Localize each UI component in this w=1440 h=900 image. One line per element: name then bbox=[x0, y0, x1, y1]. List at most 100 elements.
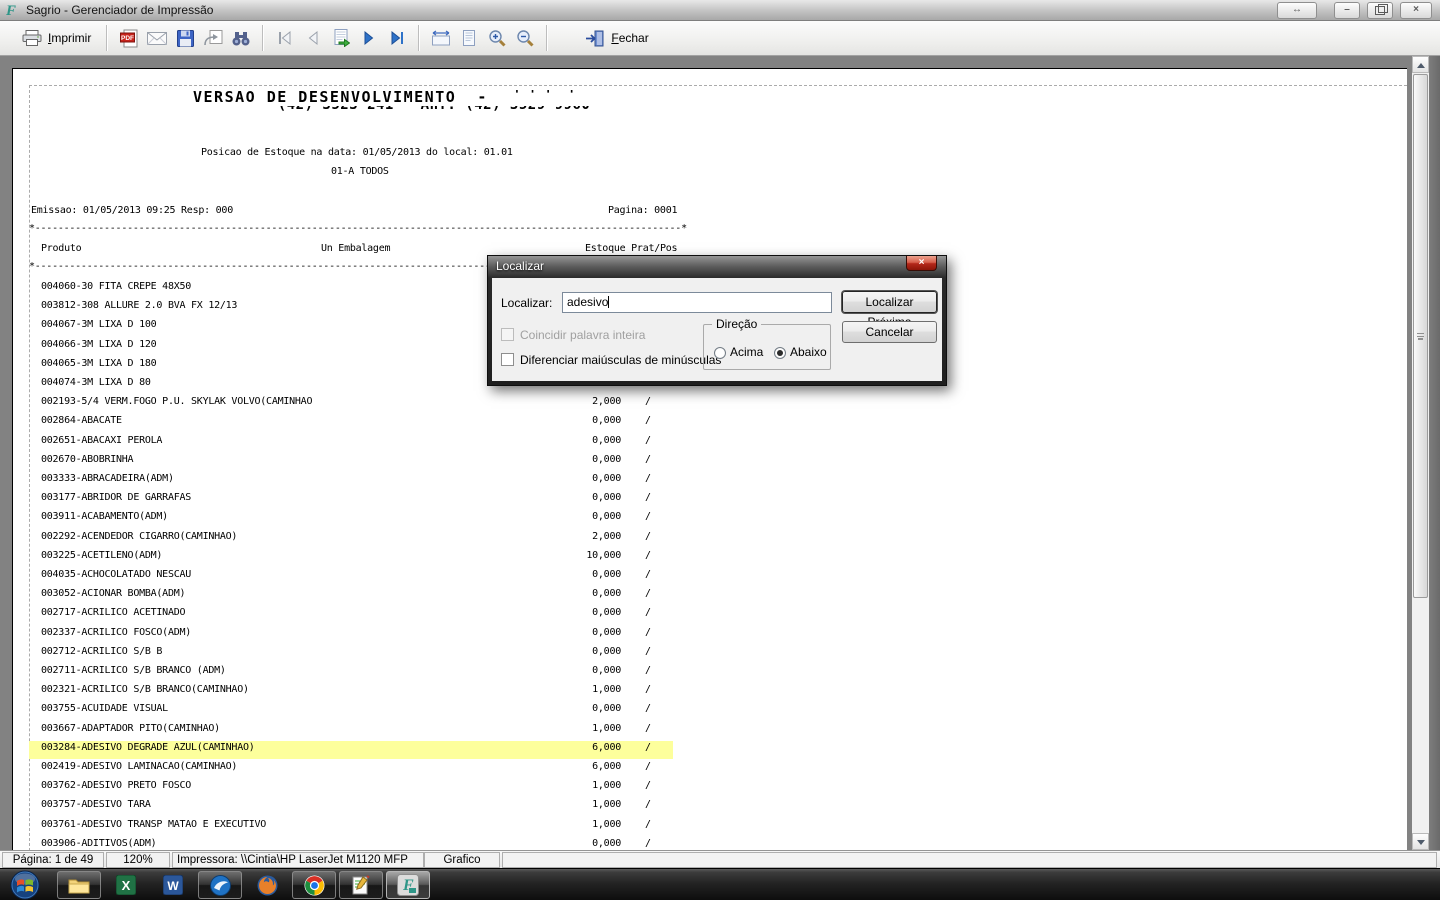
status-bar: Página: 1 de 49 120% Impressora: \\Cinti… bbox=[0, 850, 1440, 869]
taskbar-item-word[interactable]: W bbox=[151, 871, 195, 899]
table-row: 003177-ABRIDOR DE GARRAFAS0,000/ bbox=[29, 491, 673, 509]
taskbar-item-excel[interactable]: X bbox=[104, 871, 148, 899]
table-row: 002864-ABACATE0,000/ bbox=[29, 414, 673, 432]
zoom-out-icon bbox=[516, 29, 534, 47]
screen: F Sagrio - Gerenciador de Impressão ↔ – … bbox=[0, 0, 1440, 900]
svg-text:W: W bbox=[167, 879, 179, 893]
table-row: 003762-ADESIVO PRETO FOSCO1,000/ bbox=[29, 779, 673, 797]
firefox-icon bbox=[257, 875, 278, 896]
scroll-down-button[interactable] bbox=[1412, 833, 1429, 850]
table-row: 003761-ADESIVO TRANSP MATAO E EXECUTIVO1… bbox=[29, 818, 673, 836]
table-row: 002717-ACRILICO ACETINADO0,000/ bbox=[29, 606, 673, 624]
status-zoom-level: 120% bbox=[106, 852, 170, 868]
report-page-number: Pagina: 0001 bbox=[608, 205, 677, 216]
direction-down-radio[interactable] bbox=[774, 347, 786, 359]
email-button[interactable] bbox=[143, 25, 171, 51]
fit-width-button[interactable] bbox=[427, 25, 455, 51]
last-page-button[interactable] bbox=[383, 25, 411, 51]
fit-page-icon bbox=[462, 30, 476, 47]
column-header-produto: Produto bbox=[41, 243, 81, 254]
go-to-page-button[interactable] bbox=[327, 25, 355, 51]
report-title: VERSAO DE DESENVOLVIMENTO - bbox=[193, 88, 488, 106]
column-header-un-embalagem: Un Embalagem bbox=[321, 243, 390, 254]
zoom-out-button[interactable] bbox=[511, 25, 539, 51]
pdf-export-button[interactable]: PDF bbox=[115, 25, 143, 51]
taskbar-item-chrome[interactable] bbox=[292, 871, 336, 899]
next-page-button[interactable] bbox=[355, 25, 383, 51]
fit-page-button[interactable] bbox=[455, 25, 483, 51]
direction-groupbox: Direção Acima Abaixo bbox=[703, 324, 831, 370]
whole-word-label: Coincidir palavra inteira bbox=[520, 328, 645, 342]
direction-up-radio[interactable] bbox=[714, 347, 726, 359]
next-page-icon bbox=[362, 30, 376, 46]
dialog-body: Localizar: adesivo Localizar Próxima Can… bbox=[492, 278, 942, 381]
table-row: 002419-ADESIVO LAMINACAO(CAMINHAO)6,000/ bbox=[29, 760, 673, 778]
previous-page-icon bbox=[306, 30, 320, 46]
taskbar-item-firefox[interactable] bbox=[245, 871, 289, 899]
fechar-label: Fechar bbox=[611, 31, 648, 45]
explorer-folder-icon bbox=[68, 877, 90, 894]
localizar-dialog: Localizar × Localizar: adesivo Localizar… bbox=[487, 255, 947, 386]
thunderbird-icon bbox=[210, 875, 231, 896]
report-subtitle2: 01-A TODOS bbox=[331, 166, 389, 177]
dialog-close-button[interactable]: × bbox=[906, 256, 937, 271]
taskbar-buttons: X W bbox=[57, 871, 430, 899]
taskbar-item-explorer[interactable] bbox=[57, 871, 101, 899]
scroll-up-button[interactable] bbox=[1412, 56, 1429, 73]
resize-button[interactable]: ↔ bbox=[1277, 2, 1317, 19]
minimize-button[interactable]: – bbox=[1334, 2, 1360, 19]
go-to-page-icon bbox=[332, 29, 350, 47]
svg-text:X: X bbox=[122, 878, 131, 893]
case-sensitive-checkbox[interactable] bbox=[501, 353, 514, 366]
open-report-icon bbox=[204, 30, 223, 47]
table-row: 002712-ACRILICO S/B B0,000/ bbox=[29, 645, 673, 663]
print-preview-page: VERSAO DE DESENVOLVIMENTO - ' ' ' ' -- (… bbox=[12, 68, 1407, 851]
direction-down-label[interactable]: Abaixo bbox=[790, 345, 827, 359]
window-title: Sagrio - Gerenciador de Impressão bbox=[26, 0, 213, 20]
floppy-icon bbox=[177, 30, 194, 47]
scrollbar-thumb[interactable] bbox=[1413, 74, 1428, 598]
find-input[interactable]: adesivo bbox=[562, 292, 832, 313]
sagrio-icon: F bbox=[397, 874, 419, 896]
taskbar-item-sagrio[interactable]: F bbox=[386, 871, 430, 899]
close-button[interactable]: × bbox=[1400, 2, 1432, 19]
window-titlebar: F Sagrio - Gerenciador de Impressão ↔ – … bbox=[0, 0, 1440, 21]
report-subtitle: Posicao de Estoque na data: 01/05/2013 d… bbox=[201, 147, 513, 158]
start-button[interactable] bbox=[7, 870, 43, 900]
fechar-button[interactable]: Fechar bbox=[577, 24, 656, 52]
toolbar-separator bbox=[106, 25, 108, 51]
text-editor-icon bbox=[352, 875, 371, 895]
direction-legend: Direção bbox=[712, 317, 761, 331]
report-title-clipped-fragment: ' ' ' ' bbox=[513, 90, 653, 100]
toolbar: Imprimir PDF bbox=[0, 21, 1440, 56]
taskbar-item-thunderbird[interactable] bbox=[198, 871, 242, 899]
open-report-button[interactable] bbox=[199, 25, 227, 51]
status-page-indicator: Página: 1 de 49 bbox=[2, 852, 104, 868]
report-phone-clipped-line: -- (42) 3523-241 Anf: (42) 3529-9960 bbox=[251, 106, 641, 114]
previous-page-button[interactable] bbox=[299, 25, 327, 51]
find-next-button[interactable]: Localizar Próxima bbox=[842, 291, 937, 313]
printer-icon bbox=[22, 30, 42, 46]
table-row: 002193-5/4 VERM.FOGO P.U. SKYLAK VOLVO(C… bbox=[29, 395, 673, 413]
vertical-scrollbar[interactable] bbox=[1412, 56, 1429, 850]
maximize-button[interactable] bbox=[1367, 2, 1393, 19]
save-button[interactable] bbox=[171, 25, 199, 51]
whole-word-checkbox bbox=[501, 328, 514, 341]
status-empty-panel bbox=[502, 852, 1437, 868]
zoom-in-button[interactable] bbox=[483, 25, 511, 51]
direction-up-label[interactable]: Acima bbox=[730, 345, 763, 359]
table-row: 003757-ADESIVO TARA1,000/ bbox=[29, 798, 673, 816]
exit-door-icon bbox=[585, 30, 605, 47]
binoculars-icon bbox=[231, 31, 251, 46]
find-button[interactable] bbox=[227, 25, 255, 51]
report-emission: Emissao: 01/05/2013 09:25 Resp: 000 bbox=[31, 205, 233, 216]
restore-icon bbox=[1375, 6, 1385, 15]
table-row: 002651-ABACAXI PEROLA0,000/ bbox=[29, 434, 673, 452]
cancel-button[interactable]: Cancelar bbox=[842, 321, 937, 343]
toolbar-separator bbox=[262, 25, 264, 51]
imprimir-button[interactable]: Imprimir bbox=[14, 24, 99, 52]
table-row: 002292-ACENDEDOR CIGARRO(CAMINHAO)2,000/ bbox=[29, 530, 673, 548]
taskbar-item-text-editor[interactable] bbox=[339, 871, 383, 899]
first-page-button[interactable] bbox=[271, 25, 299, 51]
envelope-icon bbox=[147, 31, 167, 46]
